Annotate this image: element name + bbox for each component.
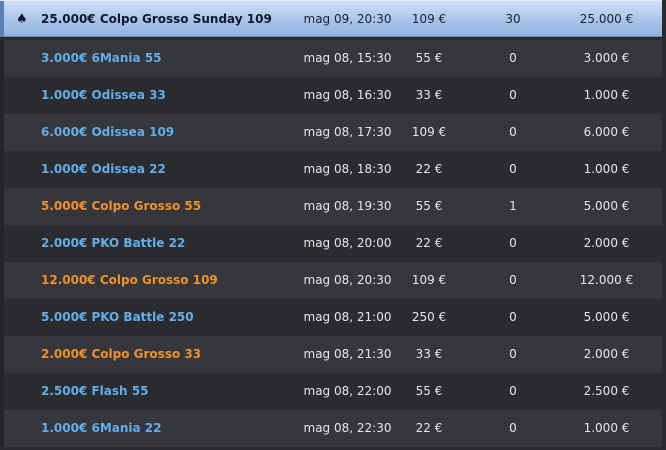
tournament-name: 1.000€ Odissea 22 bbox=[41, 162, 166, 176]
tournament-row[interactable]: 12.000€ Colpo Grosso 109 mag 08, 20:30 1… bbox=[0, 262, 666, 299]
tournament-date: mag 08, 21:00 bbox=[303, 310, 392, 324]
tournament-prize: 6.000 € bbox=[583, 125, 630, 139]
tournament-buyin: 55 € bbox=[415, 51, 443, 65]
row-accent bbox=[0, 188, 4, 225]
tournament-row[interactable]: 1.000€ Odissea 22 mag 08, 18:30 22 € 0 1… bbox=[0, 151, 666, 188]
tournament-players: 0 bbox=[509, 236, 517, 250]
tournament-row[interactable]: 5.000€ PKO Battle 250 mag 08, 21:00 250 … bbox=[0, 299, 666, 336]
tournament-buyin: 22 € bbox=[415, 421, 443, 435]
tournament-buyin: 55 € bbox=[415, 199, 443, 213]
tournament-players: 1 bbox=[509, 199, 517, 213]
tournament-row[interactable]: 5.000€ Colpo Grosso 55 mag 08, 19:30 55 … bbox=[0, 188, 666, 225]
tournament-prize: 3.000 € bbox=[583, 51, 630, 65]
tournament-row[interactable]: 3.000€ 6Mania 55 mag 08, 15:30 55 € 0 3.… bbox=[0, 40, 666, 77]
row-accent bbox=[0, 77, 4, 114]
tournament-buyin: 33 € bbox=[415, 88, 443, 102]
tournament-name: 5.000€ Colpo Grosso 55 bbox=[41, 199, 202, 213]
tournament-date: mag 08, 17:30 bbox=[303, 125, 392, 139]
tournament-prize: 5.000 € bbox=[583, 199, 630, 213]
tournament-players: 0 bbox=[509, 347, 517, 361]
tournament-date: mag 08, 22:00 bbox=[303, 384, 392, 398]
tournament-players: 30 bbox=[505, 12, 521, 26]
tournament-row[interactable]: 6.000€ Odissea 109 mag 08, 17:30 109 € 0… bbox=[0, 114, 666, 151]
tournament-prize: 2.000 € bbox=[583, 347, 630, 361]
tournament-row[interactable]: ♠ 25.000€ Colpo Grosso Sunday 109 mag 09… bbox=[0, 0, 666, 37]
row-accent bbox=[0, 225, 4, 262]
row-accent bbox=[0, 336, 4, 373]
tournament-name: 3.000€ 6Mania 55 bbox=[41, 51, 162, 65]
tournament-players: 0 bbox=[509, 162, 517, 176]
tournament-prize: 1.000 € bbox=[583, 421, 630, 435]
tournament-buyin: 55 € bbox=[415, 384, 443, 398]
tournament-buyin: 109 € bbox=[411, 125, 447, 139]
tournament-list: ♠ 25.000€ Colpo Grosso Sunday 109 mag 09… bbox=[0, 0, 666, 450]
tournament-prize: 12.000 € bbox=[579, 273, 634, 287]
tournament-prize: 2.500 € bbox=[583, 384, 630, 398]
tournament-prize: 1.000 € bbox=[583, 162, 630, 176]
tournament-row[interactable]: 2.500€ Flash 55 mag 08, 22:00 55 € 0 2.5… bbox=[0, 373, 666, 410]
tournament-date: mag 08, 22:30 bbox=[303, 421, 392, 435]
tournament-date: mag 08, 20:30 bbox=[303, 273, 392, 287]
tournament-date: mag 08, 19:30 bbox=[303, 199, 392, 213]
tournament-name: 25.000€ Colpo Grosso Sunday 109 bbox=[41, 12, 272, 26]
tournament-date: mag 08, 16:30 bbox=[303, 88, 392, 102]
tournament-buyin: 109 € bbox=[411, 12, 447, 26]
row-accent bbox=[0, 373, 4, 410]
tournament-date: mag 08, 18:30 bbox=[303, 162, 392, 176]
tournament-name: 1.000€ 6Mania 22 bbox=[41, 421, 162, 435]
tournament-date: mag 08, 15:30 bbox=[303, 51, 392, 65]
tournament-name: 2.500€ Flash 55 bbox=[41, 384, 149, 398]
tournament-players: 0 bbox=[509, 273, 517, 287]
row-accent bbox=[0, 1, 4, 36]
tournament-name: 5.000€ PKO Battle 250 bbox=[41, 310, 194, 324]
tournament-row[interactable]: 1.000€ 6Mania 22 mag 08, 22:30 22 € 0 1.… bbox=[0, 410, 666, 447]
tournament-buyin: 250 € bbox=[411, 310, 447, 324]
tournament-prize: 25.000 € bbox=[579, 12, 634, 26]
tournament-prize: 2.000 € bbox=[583, 236, 630, 250]
row-accent bbox=[0, 151, 4, 188]
row-accent bbox=[0, 114, 4, 151]
tournament-players: 0 bbox=[509, 384, 517, 398]
row-accent bbox=[0, 262, 4, 299]
tournament-name: 6.000€ Odissea 109 bbox=[41, 125, 175, 139]
row-accent bbox=[0, 299, 4, 336]
scrollbar[interactable] bbox=[662, 0, 666, 450]
tournament-name: 2.000€ Colpo Grosso 33 bbox=[41, 347, 202, 361]
row-accent bbox=[0, 410, 4, 447]
row-accent bbox=[0, 40, 4, 77]
tournament-date: mag 08, 21:30 bbox=[303, 347, 392, 361]
tournament-prize: 1.000 € bbox=[583, 88, 630, 102]
tournament-date: mag 09, 20:30 bbox=[303, 12, 392, 26]
tournament-players: 0 bbox=[509, 421, 517, 435]
tournament-row[interactable]: 2.000€ Colpo Grosso 33 mag 08, 21:30 33 … bbox=[0, 336, 666, 373]
tournament-name: 1.000€ Odissea 33 bbox=[41, 88, 166, 102]
tournament-players: 0 bbox=[509, 88, 517, 102]
tournament-row[interactable]: 1.000€ Odissea 33 mag 08, 16:30 33 € 0 1… bbox=[0, 77, 666, 114]
tournament-buyin: 33 € bbox=[415, 347, 443, 361]
tournament-row[interactable]: 2.000€ PKO Battle 22 mag 08, 20:00 22 € … bbox=[0, 225, 666, 262]
tournament-buyin: 109 € bbox=[411, 273, 447, 287]
tournament-players: 0 bbox=[509, 310, 517, 324]
tournament-buyin: 22 € bbox=[415, 162, 443, 176]
tournament-date: mag 08, 20:00 bbox=[303, 236, 392, 250]
tournament-name: 2.000€ PKO Battle 22 bbox=[41, 236, 186, 250]
tournament-buyin: 22 € bbox=[415, 236, 443, 250]
tournament-prize: 5.000 € bbox=[583, 310, 630, 324]
tournament-players: 0 bbox=[509, 125, 517, 139]
tournament-players: 0 bbox=[509, 51, 517, 65]
spade-icon: ♠ bbox=[16, 12, 28, 27]
tournament-name: 12.000€ Colpo Grosso 109 bbox=[41, 273, 218, 287]
